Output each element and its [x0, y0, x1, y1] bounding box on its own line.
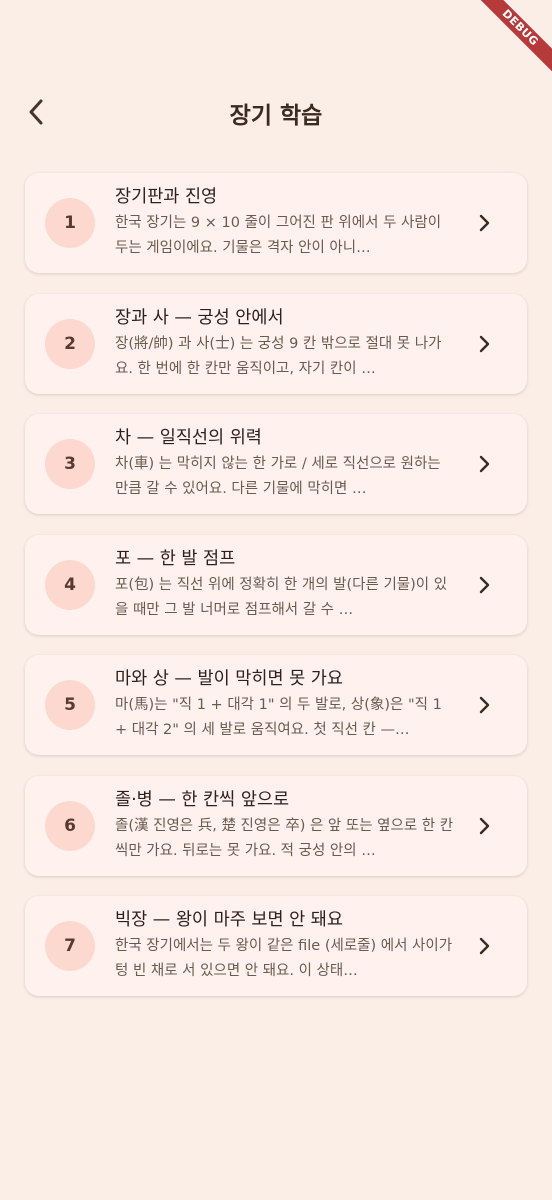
lesson-text: 빅장 — 왕이 마주 보면 안 돼요 한국 장기에서는 두 왕이 같은 file…	[115, 907, 455, 984]
lesson-number-badge: 1	[45, 198, 95, 248]
lesson-card[interactable]: 6 졸·병 — 한 칸씩 앞으로 졸(漢 진영은 兵, 楚 진영은 卒) 은 앞…	[25, 775, 527, 876]
lesson-title: 장과 사 — 궁성 안에서	[115, 307, 284, 328]
lesson-description: 포(包) 는 직선 위에 정확히 한 개의 발(다른 기물)이 있을 때만 그 …	[115, 576, 448, 618]
lesson-text: 마와 상 — 발이 막히면 못 가요 마(馬)는 "직 1 + 대각 1" 의 …	[115, 666, 455, 743]
lesson-card[interactable]: 2 장과 사 — 궁성 안에서 장(將/帥) 과 사(士) 는 궁성 9 칸 밖…	[25, 293, 527, 394]
chevron-right-icon	[477, 814, 491, 838]
lesson-card[interactable]: 1 장기판과 진영 한국 장기는 9 × 10 줄이 그어진 판 위에서 두 사…	[25, 173, 527, 273]
lesson-text: 장기판과 진영 한국 장기는 9 × 10 줄이 그어진 판 위에서 두 사람이…	[115, 184, 455, 261]
lesson-description: 마(馬)는 "직 1 + 대각 1" 의 두 발로, 상(象)은 "직 1 + …	[115, 697, 442, 738]
chevron-right-icon	[477, 693, 491, 717]
chevron-right-icon	[477, 934, 491, 958]
lesson-description: 한국 장기는 9 × 10 줄이 그어진 판 위에서 두 사람이 두는 게임이에…	[115, 215, 442, 256]
chevron-right-icon	[477, 452, 491, 476]
lesson-text: 졸·병 — 한 칸씩 앞으로 졸(漢 진영은 兵, 楚 진영은 卒) 은 앞 또…	[115, 787, 455, 864]
lesson-title: 장기판과 진영	[115, 187, 218, 207]
lesson-title: 빅장 — 왕이 마주 보면 안 돼요	[115, 910, 343, 930]
lesson-card[interactable]: 7 빅장 — 왕이 마주 보면 안 돼요 한국 장기에서는 두 왕이 같은 fi…	[25, 896, 527, 996]
lesson-number-badge: 2	[45, 318, 95, 369]
lesson-text: 차 — 일직선의 위력 차(車) 는 막히지 않는 한 가로 / 세로 직선으로…	[115, 425, 455, 502]
lesson-number-badge: 4	[45, 559, 95, 610]
lesson-card[interactable]: 4 포 — 한 발 점프 포(包) 는 직선 위에 정확히 한 개의 발(다른 …	[25, 534, 527, 635]
lesson-card[interactable]: 3 차 — 일직선의 위력 차(車) 는 막히지 않는 한 가로 / 세로 직선…	[25, 414, 527, 514]
lesson-title: 마와 상 — 발이 막히면 못 가요	[115, 669, 343, 689]
lesson-number-badge: 3	[45, 439, 95, 489]
lesson-description: 장(將/帥) 과 사(士) 는 궁성 9 칸 밖으로 절대 못 나가요. 한 번…	[115, 335, 442, 377]
lesson-description: 졸(漢 진영은 兵, 楚 진영은 卒) 은 앞 또는 옆으로 한 칸씩만 가요.…	[115, 817, 454, 859]
lesson-text: 장과 사 — 궁성 안에서 장(將/帥) 과 사(士) 는 궁성 9 칸 밖으로…	[115, 305, 455, 382]
lesson-description: 차(車) 는 막히지 않는 한 가로 / 세로 직선으로 원하는 만큼 갈 수 …	[115, 456, 441, 497]
lesson-text: 포 — 한 발 점프 포(包) 는 직선 위에 정확히 한 개의 발(다른 기물…	[115, 546, 455, 623]
lesson-description: 한국 장기에서는 두 왕이 같은 file (세로줄) 에서 사이가 텅 빈 채…	[115, 938, 453, 979]
lesson-number-badge: 5	[45, 680, 95, 730]
app-bar: 장기 학습	[0, 84, 552, 140]
lesson-number-badge: 6	[45, 800, 95, 851]
lesson-card[interactable]: 5 마와 상 — 발이 막히면 못 가요 마(馬)는 "직 1 + 대각 1" …	[25, 655, 527, 755]
lesson-title: 포 — 한 발 점프	[115, 548, 236, 569]
lesson-list: 1 장기판과 진영 한국 장기는 9 × 10 줄이 그어진 판 위에서 두 사…	[25, 173, 527, 1017]
debug-banner: DEBUG	[462, 0, 552, 90]
chevron-right-icon	[477, 211, 491, 235]
lesson-list-screen: DEBUG 장기 학습 1 장기판과 진영 한국 장기는 9 × 10 줄이 그…	[0, 0, 552, 1200]
chevron-right-icon	[477, 332, 491, 356]
page-title: 장기 학습	[229, 103, 323, 129]
lesson-title: 졸·병 — 한 칸씩 앞으로	[115, 789, 290, 810]
lesson-title: 차 — 일직선의 위력	[115, 428, 262, 448]
chevron-right-icon	[477, 573, 491, 597]
debug-label: DEBUG	[471, 0, 552, 77]
lesson-number-badge: 7	[45, 921, 95, 971]
